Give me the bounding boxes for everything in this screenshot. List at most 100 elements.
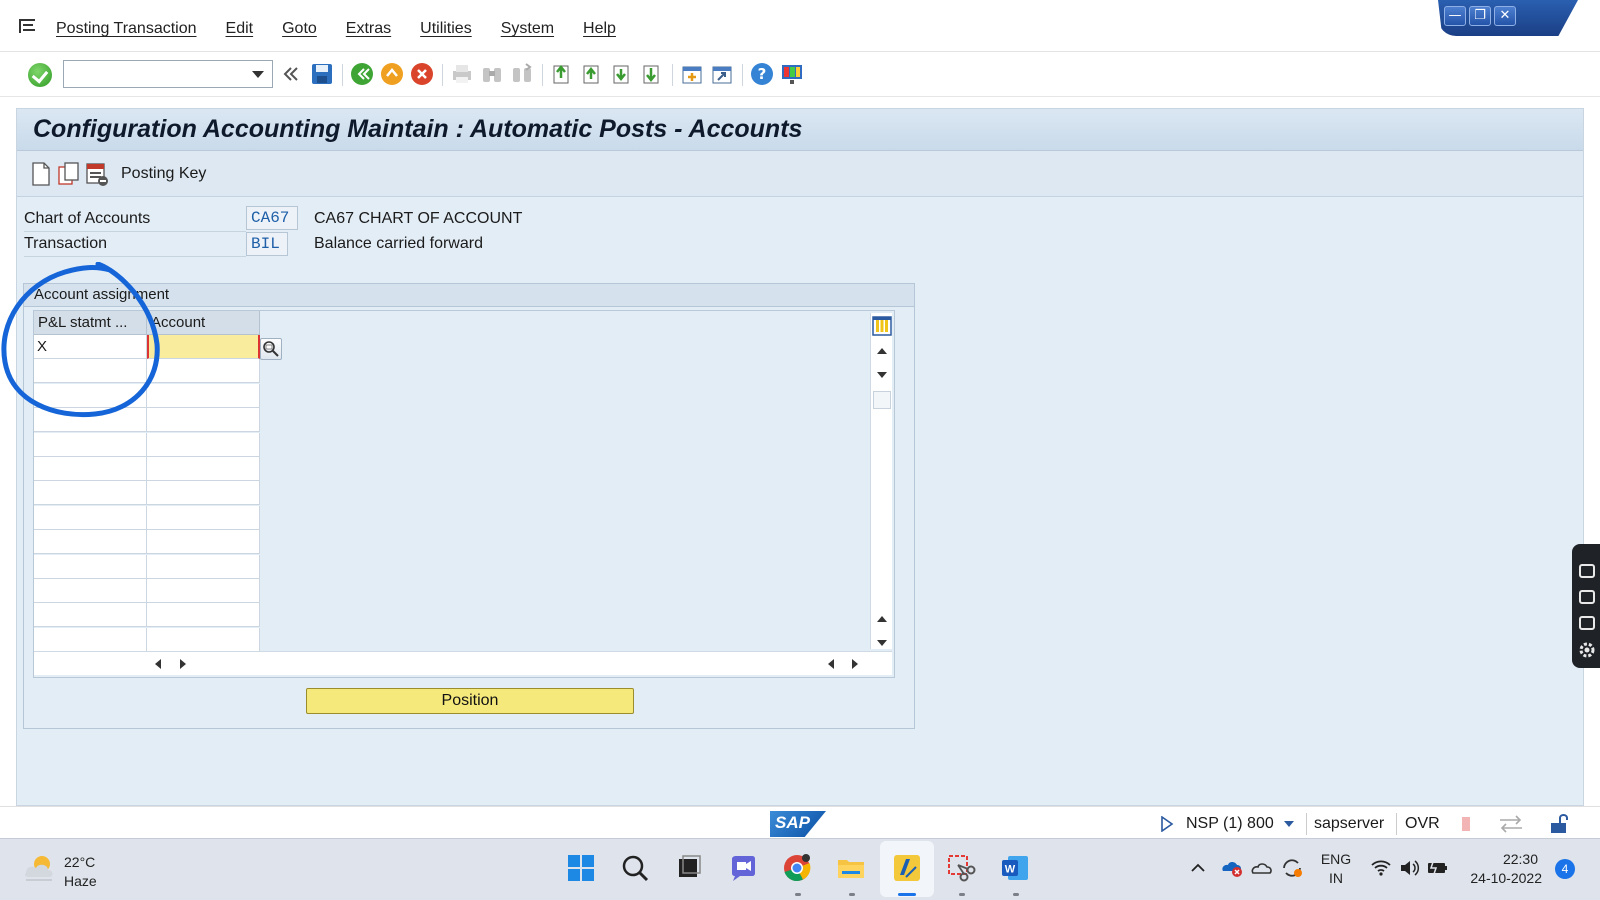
maximize-button[interactable]: ❐: [1469, 6, 1491, 26]
column-header-pl-statement[interactable]: P&L statmt ...: [34, 311, 147, 335]
gallery-icon[interactable]: [1579, 616, 1595, 630]
account-cell[interactable]: [147, 554, 260, 579]
scroll-down-icon[interactable]: [877, 640, 887, 646]
pl-statement-cell[interactable]: [34, 359, 147, 384]
column-settings-icon[interactable]: [872, 316, 892, 336]
start-icon[interactable]: [566, 853, 596, 883]
onedrive-error-icon[interactable]: [1220, 857, 1244, 879]
status-expand-icon[interactable]: [1160, 816, 1174, 832]
pl-statement-cell[interactable]: [34, 481, 147, 506]
back-icon[interactable]: [350, 62, 374, 86]
account-cell[interactable]: [147, 335, 260, 359]
account-cell[interactable]: [147, 481, 260, 506]
wifi-icon[interactable]: [1370, 857, 1392, 879]
scroll-up-icon[interactable]: [877, 616, 887, 622]
sync-status-icon[interactable]: [1280, 857, 1304, 879]
volume-icon[interactable]: [1398, 857, 1420, 879]
account-cell[interactable]: [147, 530, 260, 555]
menu-system[interactable]: System: [501, 20, 554, 38]
enter-icon[interactable]: [28, 63, 52, 87]
exit-icon[interactable]: [380, 62, 404, 86]
scroll-right-icon[interactable]: [852, 659, 858, 669]
pl-statement-cell[interactable]: [34, 530, 147, 555]
battery-charging-icon[interactable]: [1426, 857, 1450, 879]
system-info[interactable]: NSP (1) 800: [1186, 815, 1274, 833]
account-cell[interactable]: [147, 408, 260, 433]
previous-page-icon[interactable]: [580, 62, 604, 86]
collapse-icon[interactable]: [278, 62, 302, 86]
menu-extras[interactable]: Extras: [346, 20, 391, 38]
word-icon[interactable]: W: [1000, 853, 1030, 883]
posting-key-button[interactable]: Posting Key: [121, 165, 206, 183]
next-page-icon[interactable]: [610, 62, 634, 86]
horizontal-scrollbar[interactable]: [34, 651, 892, 675]
scroll-right-fixed-icon[interactable]: [180, 659, 186, 669]
position-button[interactable]: Position: [306, 688, 634, 714]
chrome-icon[interactable]: [782, 853, 812, 883]
account-cell[interactable]: [147, 603, 260, 628]
weather-haze-icon[interactable]: [22, 851, 58, 885]
search-help-button[interactable]: [260, 338, 282, 360]
command-input[interactable]: [68, 62, 248, 86]
menu-posting-transaction[interactable]: Posting Transaction: [56, 20, 197, 38]
file-explorer-icon[interactable]: [836, 853, 866, 883]
pl-statement-cell[interactable]: X: [34, 335, 147, 359]
menu-goto[interactable]: Goto: [282, 20, 317, 38]
scroll-thumb[interactable]: [873, 391, 891, 409]
cloud-icon[interactable]: [1250, 857, 1274, 879]
account-cell[interactable]: [147, 457, 260, 481]
delete-icon[interactable]: [85, 161, 109, 187]
search-taskbar-icon[interactable]: [620, 853, 650, 883]
last-page-icon[interactable]: [640, 62, 664, 86]
pl-statement-cell[interactable]: [34, 457, 147, 481]
notification-badge[interactable]: 4: [1555, 859, 1575, 879]
account-cell[interactable]: [147, 505, 260, 530]
pl-statement-cell[interactable]: [34, 505, 147, 530]
pl-statement-cell[interactable]: [34, 603, 147, 628]
cancel-icon[interactable]: [410, 62, 434, 86]
pl-statement-cell[interactable]: [34, 579, 147, 603]
pl-statement-cell[interactable]: [34, 383, 147, 408]
sap-logon-icon[interactable]: [892, 853, 922, 883]
account-cell[interactable]: [147, 432, 260, 457]
weather-widget[interactable]: 22°C Haze: [64, 853, 97, 891]
save-icon[interactable]: [310, 62, 334, 86]
insert-mode[interactable]: OVR: [1405, 815, 1440, 833]
help-icon[interactable]: ?: [750, 62, 774, 86]
scroll-page-down-icon[interactable]: [877, 372, 887, 378]
pl-statement-cell[interactable]: [34, 627, 147, 652]
vertical-scrollbar[interactable]: [870, 313, 892, 649]
snipping-tool-icon[interactable]: [946, 853, 976, 883]
task-view-icon[interactable]: [674, 853, 704, 883]
menu-utilities[interactable]: Utilities: [420, 20, 472, 38]
copy-as-icon[interactable]: [57, 161, 81, 187]
pl-statement-cell[interactable]: [34, 554, 147, 579]
account-cell[interactable]: [147, 383, 260, 408]
chevron-up-icon[interactable]: [1190, 861, 1206, 875]
pl-statement-cell[interactable]: [34, 432, 147, 457]
account-cell[interactable]: [147, 359, 260, 384]
close-button[interactable]: ✕: [1494, 6, 1516, 26]
gear-icon[interactable]: [1577, 640, 1597, 660]
account-cell[interactable]: [147, 627, 260, 652]
pl-statement-cell[interactable]: [34, 408, 147, 433]
scroll-page-up-icon[interactable]: [877, 348, 887, 354]
customize-layout-icon[interactable]: [780, 62, 804, 86]
chat-icon[interactable]: [728, 853, 758, 883]
new-entry-icon[interactable]: [29, 161, 53, 187]
camera-icon[interactable]: [1579, 564, 1595, 578]
language-indicator[interactable]: ENG IN: [1316, 850, 1356, 888]
system-info-dropdown-icon[interactable]: [1284, 821, 1294, 827]
security-lock-icon[interactable]: [1548, 813, 1570, 835]
menu-help[interactable]: Help: [583, 20, 616, 38]
clock[interactable]: 22:30 24-10-2022: [1462, 850, 1542, 888]
first-page-icon[interactable]: [550, 62, 574, 86]
new-session-icon[interactable]: [680, 62, 704, 86]
menu-icon[interactable]: [18, 18, 38, 34]
minimize-button[interactable]: —: [1444, 6, 1466, 26]
scroll-left-icon[interactable]: [828, 659, 834, 669]
command-dropdown-icon[interactable]: [252, 71, 264, 78]
video-icon[interactable]: [1579, 590, 1595, 604]
account-cell[interactable]: [147, 579, 260, 603]
command-field[interactable]: [63, 60, 273, 88]
